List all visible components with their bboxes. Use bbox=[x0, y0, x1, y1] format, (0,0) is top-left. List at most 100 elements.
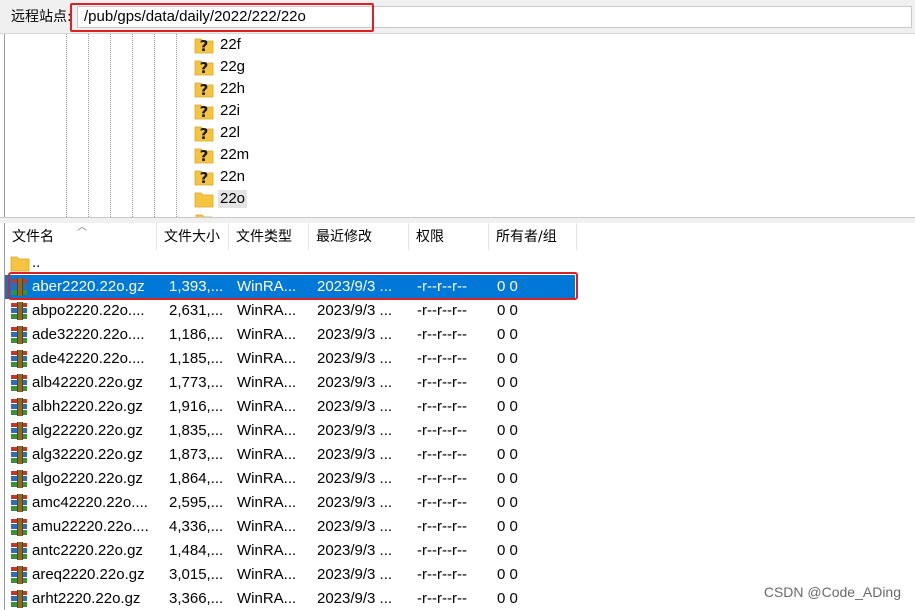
remote-site-label: 远程站点: bbox=[11, 9, 72, 25]
file-size: 1,864,... bbox=[169, 470, 224, 487]
file-type: WinRA... bbox=[237, 302, 297, 319]
column-header-owner-group[interactable]: 所有者/组 bbox=[489, 223, 577, 250]
file-size: 1,873,... bbox=[169, 446, 224, 463]
tree-item-22i[interactable]: ? 22i bbox=[194, 100, 242, 122]
file-type: WinRA... bbox=[237, 374, 297, 391]
file-owner-group: 0 0 bbox=[497, 350, 518, 367]
file-size: 1,393,... bbox=[169, 278, 224, 295]
file-type: WinRA... bbox=[237, 278, 297, 295]
folder-icon bbox=[194, 190, 214, 208]
file-name: algo2220.22o.gz bbox=[32, 470, 143, 487]
file-size: 3,366,... bbox=[169, 590, 224, 607]
file-name: amu22220.22o.... bbox=[32, 518, 149, 535]
file-owner-group: 0 0 bbox=[497, 398, 518, 415]
file-owner-group: 0 0 bbox=[497, 278, 518, 295]
file-type: WinRA... bbox=[237, 422, 297, 439]
file-size: 1,773,... bbox=[169, 374, 224, 391]
ftp-remote-panel: 远程站点: /pub/gps/data/daily/2022/222/22o ?… bbox=[0, 0, 915, 610]
file-row[interactable]: alg22220.22o.gz 1,835,... WinRA... 2023/9/3… bbox=[5, 419, 575, 443]
file-row[interactable]: amc42220.22o.... 2,595,... WinRA... 2023/9/… bbox=[5, 491, 575, 515]
question-folder-icon: ? bbox=[194, 36, 214, 54]
file-name: arht2220.22o.gz bbox=[32, 590, 141, 607]
tree-item-22n[interactable]: ? 22n bbox=[194, 166, 247, 188]
parent-directory-row[interactable]: .. bbox=[5, 251, 575, 275]
tree-item-22o[interactable]: 22o bbox=[194, 188, 248, 210]
file-name: antc2220.22o.gz bbox=[32, 542, 143, 559]
file-row[interactable]: ade42220.22o.... 1,185,... WinRA... 2023/9/… bbox=[5, 347, 575, 371]
file-owner-group: 0 0 bbox=[497, 422, 518, 439]
winrar-archive-icon bbox=[10, 302, 30, 320]
file-permissions: -r--r--r-- bbox=[417, 494, 467, 511]
winrar-archive-icon bbox=[10, 542, 30, 560]
file-modified: 2023/9/3 ... bbox=[317, 350, 393, 367]
winrar-archive-icon bbox=[10, 350, 30, 368]
question-folder-icon: ? bbox=[194, 124, 214, 142]
file-row[interactable]: ade32220.22o.... 1,186,... WinRA... 2023/9/… bbox=[5, 323, 575, 347]
question-folder-icon: ? bbox=[194, 58, 214, 76]
tree-item-22m[interactable]: ? 22m bbox=[194, 144, 251, 166]
file-type: WinRA... bbox=[237, 494, 297, 511]
file-modified: 2023/9/3 ... bbox=[317, 542, 393, 559]
file-modified: 2023/9/3 ... bbox=[317, 590, 393, 607]
file-permissions: -r--r--r-- bbox=[417, 470, 467, 487]
tree-item-label: 22m bbox=[220, 146, 250, 163]
file-row[interactable]: alg32220.22o.gz 1,873,... WinRA... 2023/9/3… bbox=[5, 443, 575, 467]
file-modified: 2023/9/3 ... bbox=[317, 278, 393, 295]
file-size: 2,595,... bbox=[169, 494, 224, 511]
file-row[interactable]: abpo2220.22o.... 2,631,... WinRA... 2023/9/… bbox=[5, 299, 575, 323]
tree-item-label: 22o bbox=[218, 190, 248, 208]
tree-item-22g[interactable]: ? 22g bbox=[194, 56, 247, 78]
tree-item-label: 22g bbox=[220, 58, 246, 75]
file-name: ade42220.22o.... bbox=[32, 350, 145, 367]
column-header-modified[interactable]: 最近修改 bbox=[309, 223, 409, 250]
tree-item-22f[interactable]: ? 22f bbox=[194, 34, 243, 56]
question-folder-icon: ? bbox=[194, 80, 214, 98]
winrar-archive-icon bbox=[10, 494, 30, 512]
file-owner-group: 0 0 bbox=[497, 518, 518, 535]
file-permissions: -r--r--r-- bbox=[417, 542, 467, 559]
file-row[interactable]: albh2220.22o.gz 1,916,... WinRA... 2023/9/3… bbox=[5, 395, 575, 419]
remote-path-text: /pub/gps/data/daily/2022/222/22o bbox=[84, 8, 306, 25]
file-row[interactable]: amu22220.22o.... 4,336,... WinRA... 2023/9/… bbox=[5, 515, 575, 539]
file-row[interactable]: areq2220.22o.gz 3,015,... WinRA... 2023/9/3… bbox=[5, 563, 575, 587]
column-header-permissions[interactable]: 权限 bbox=[409, 223, 489, 250]
column-header-type[interactable]: 文件类型 bbox=[229, 223, 309, 250]
file-modified: 2023/9/3 ... bbox=[317, 302, 393, 319]
file-size: 3,015,... bbox=[169, 566, 224, 583]
file-permissions: -r--r--r-- bbox=[417, 398, 467, 415]
file-permissions: -r--r--r-- bbox=[417, 302, 467, 319]
file-row[interactable]: antc2220.22o.gz 1,484,... WinRA... 2023/9/3… bbox=[5, 539, 575, 563]
file-row[interactable]: aber2220.22o.gz 1,393,... WinRA... 2023/9/3… bbox=[5, 275, 575, 299]
file-owner-group: 0 0 bbox=[497, 326, 518, 343]
tree-item-22l[interactable]: ? 22l bbox=[194, 122, 242, 144]
file-modified: 2023/9/3 ... bbox=[317, 470, 393, 487]
file-row[interactable]: arht2220.22o.gz 3,366,... WinRA... 2023/9/3… bbox=[5, 587, 575, 610]
file-modified: 2023/9/3 ... bbox=[317, 446, 393, 463]
tree-item-label: 22i bbox=[220, 102, 241, 119]
tree-item-partial[interactable] bbox=[194, 209, 218, 217]
question-folder-icon: ? bbox=[194, 146, 214, 164]
file-modified: 2023/9/3 ... bbox=[317, 398, 393, 415]
tree-item-label: 22l bbox=[220, 124, 241, 141]
tree-guide-line bbox=[88, 34, 89, 217]
tree-item-22h[interactable]: ? 22h bbox=[194, 78, 247, 100]
winrar-archive-icon bbox=[10, 518, 30, 536]
column-header-size[interactable]: 文件大小 bbox=[157, 223, 229, 250]
remote-file-list[interactable]: 文件名 ︿ 文件大小 文件类型 最近修改 权限 所有者/组 .. aber222… bbox=[4, 223, 915, 610]
winrar-archive-icon bbox=[10, 446, 30, 464]
svg-text:?: ? bbox=[200, 103, 209, 120]
column-header-name[interactable]: 文件名 ︿ bbox=[5, 223, 157, 250]
file-type: WinRA... bbox=[237, 446, 297, 463]
file-owner-group: 0 0 bbox=[497, 374, 518, 391]
file-row[interactable]: alb42220.22o.gz 1,773,... WinRA... 2023/9/3… bbox=[5, 371, 575, 395]
remote-path-input[interactable]: /pub/gps/data/daily/2022/222/22o bbox=[77, 6, 912, 28]
file-size: 1,484,... bbox=[169, 542, 224, 559]
winrar-archive-icon bbox=[10, 278, 30, 296]
file-owner-group: 0 0 bbox=[497, 542, 518, 559]
file-permissions: -r--r--r-- bbox=[417, 374, 467, 391]
file-row[interactable]: algo2220.22o.gz 1,864,... WinRA... 2023/9/3… bbox=[5, 467, 575, 491]
file-modified: 2023/9/3 ... bbox=[317, 566, 393, 583]
remote-directory-tree[interactable]: ? 22f? 22g ? 22h? 22i? 22l? 22m ? 22n 22o bbox=[4, 34, 915, 217]
winrar-archive-icon bbox=[10, 470, 30, 488]
file-type: WinRA... bbox=[237, 398, 297, 415]
